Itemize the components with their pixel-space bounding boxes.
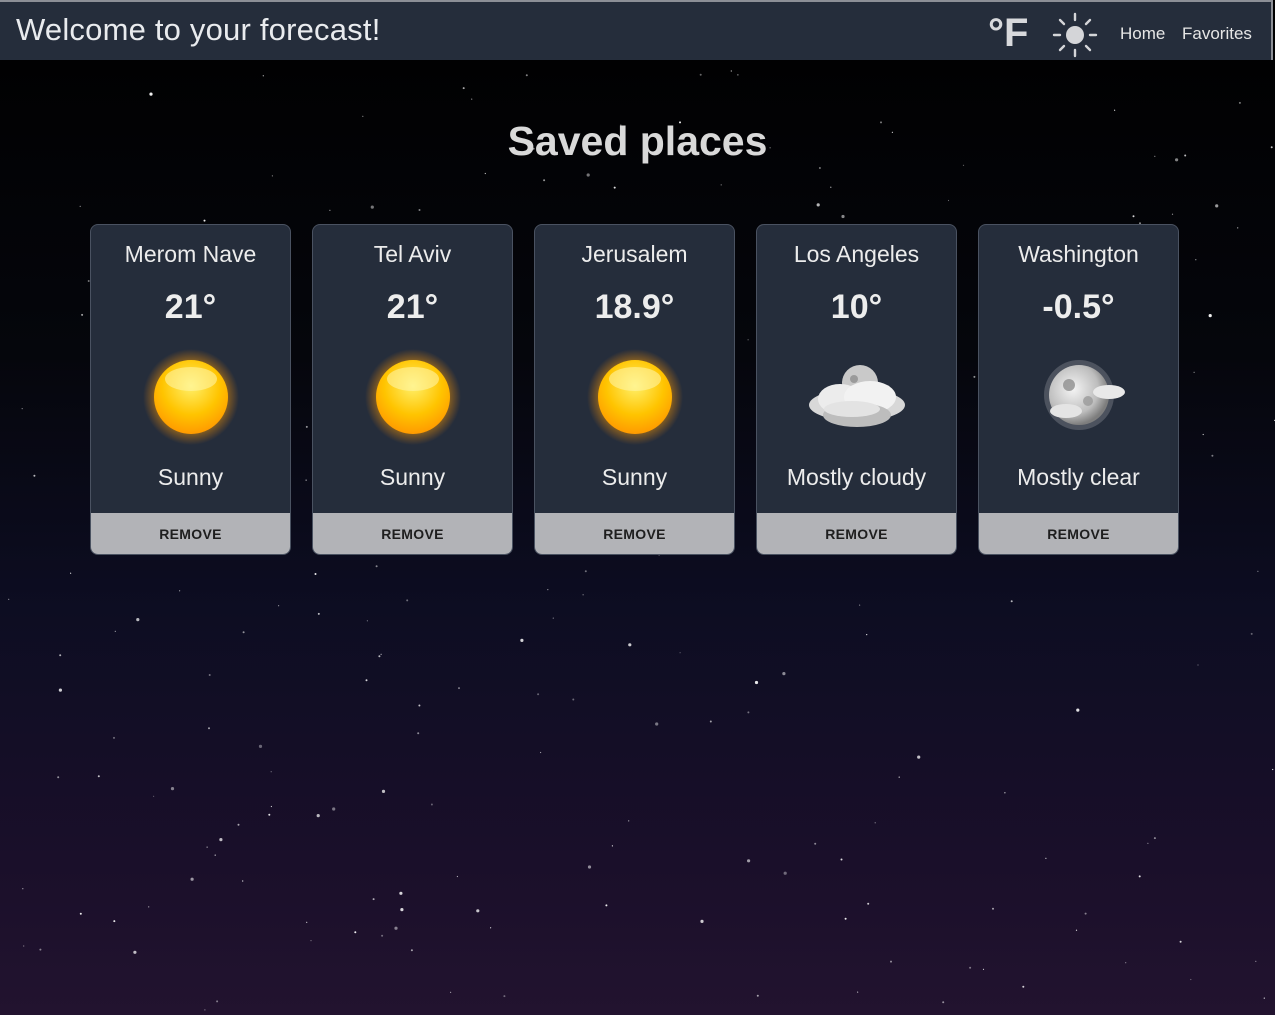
- place-card: Jerusalem 18.9° Sunny REMOVE: [534, 224, 735, 555]
- remove-button[interactable]: REMOVE: [757, 513, 956, 554]
- card-condition: Sunny: [601, 464, 668, 490]
- card-city: Jerusalem: [581, 241, 688, 267]
- remove-button[interactable]: REMOVE: [91, 513, 290, 554]
- place-card: Washington -0.5° Mostly clear REMOVE: [978, 224, 1179, 555]
- sun-icon: [136, 347, 246, 447]
- card-city: Washington: [1018, 241, 1139, 267]
- card-city: Merom Nave: [124, 241, 257, 267]
- card-temperature: 21°: [164, 288, 217, 326]
- card-condition: Sunny: [157, 464, 224, 490]
- remove-button[interactable]: REMOVE: [313, 513, 512, 554]
- card-condition: Mostly cloudy: [786, 464, 927, 490]
- nav-home-link[interactable]: Home: [1120, 24, 1165, 44]
- card-temperature: 21°: [386, 288, 439, 326]
- fahrenheit-toggle-button[interactable]: °F: [988, 12, 1028, 54]
- card-temperature: 18.9°: [594, 288, 675, 326]
- sun-icon: [358, 347, 468, 447]
- place-card: Los Angeles 10° Mostly cloudy REMOVE: [756, 224, 957, 555]
- header-title: Welcome to your forecast!: [16, 12, 381, 47]
- top-header: Welcome to your forecast! °F Home Favori…: [0, 0, 1273, 60]
- place-card: Tel Aviv 21° Sunny REMOVE: [312, 224, 513, 555]
- sun-icon[interactable]: [1052, 12, 1098, 58]
- card-city: Tel Aviv: [373, 241, 452, 267]
- place-card: Merom Nave 21° Sunny REMOVE: [90, 224, 291, 555]
- card-city: Los Angeles: [793, 241, 920, 267]
- moon-cloud-icon: [1043, 360, 1125, 430]
- sun-icon: [580, 347, 690, 447]
- nav-favorites-link[interactable]: Favorites: [1182, 24, 1252, 44]
- card-condition: Sunny: [379, 464, 446, 490]
- card-condition: Mostly clear: [1017, 464, 1140, 490]
- night-cloud-icon: [808, 365, 905, 427]
- page-title: Saved places: [507, 118, 768, 164]
- remove-button[interactable]: REMOVE: [535, 513, 734, 554]
- card-temperature: 10°: [830, 288, 883, 326]
- card-temperature: -0.5°: [1042, 288, 1115, 326]
- remove-button[interactable]: REMOVE: [979, 513, 1178, 554]
